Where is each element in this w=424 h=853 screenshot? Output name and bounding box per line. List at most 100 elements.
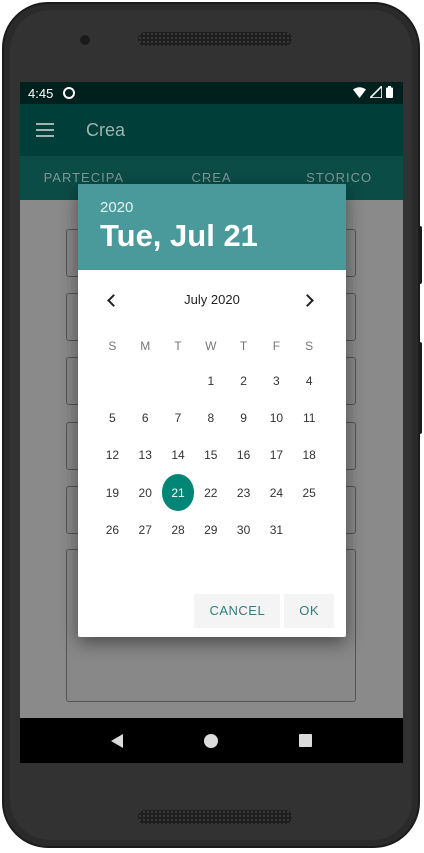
calendar-day[interactable]: 13 [129, 437, 162, 474]
calendar-day-label: 7 [174, 410, 182, 425]
calendar-day-label: 26 [105, 522, 120, 537]
next-month-button[interactable] [298, 289, 322, 313]
selected-date[interactable]: Tue, Jul 21 [100, 218, 258, 254]
calendar-empty-cell [162, 362, 195, 399]
calendar-day-label: 13 [138, 448, 152, 463]
calendar-day[interactable]: 6 [129, 399, 162, 436]
weekday-label: F [272, 339, 281, 353]
sync-icon [63, 87, 76, 99]
weekday-header: S M T W T F S [96, 339, 326, 353]
calendar-day-label: 18 [302, 448, 316, 463]
calendar-day-label: 10 [269, 410, 284, 425]
calendar-day[interactable]: 22 [194, 474, 227, 511]
weekday-label: S [108, 339, 117, 353]
calendar-day[interactable]: 26 [96, 511, 129, 548]
weekday-label: S [305, 339, 314, 353]
calendar-day[interactable]: 30 [227, 511, 260, 548]
weekday-label: M [140, 339, 151, 353]
month-navigation: July 2020 [78, 288, 346, 314]
calendar-day[interactable]: 4 [293, 362, 326, 399]
calendar-day-label: 14 [171, 448, 185, 463]
power-button [418, 226, 422, 284]
calendar-day[interactable]: 14 [162, 437, 195, 474]
calendar-empty-cell [293, 511, 326, 548]
calendar-grid: 1 2 3 4 5 6 7 8 9 10 11 12 13 14 15 16 17 18 19 20 21 22 23 24 2… [96, 362, 326, 548]
calendar-empty-cell [129, 362, 162, 399]
calendar-empty-cell [96, 362, 129, 399]
calendar-day[interactable]: 27 [129, 511, 162, 548]
recent-apps-icon[interactable] [299, 734, 313, 747]
calendar-day[interactable]: 25 [293, 474, 326, 511]
calendar-day-label: 4 [305, 373, 313, 388]
status-bar: 4:45 [20, 82, 403, 104]
date-picker-header: 2020 Tue, Jul 21 [78, 184, 346, 270]
calendar-day-label: 9 [240, 410, 247, 425]
calendar-week-row: 12 13 14 15 16 17 18 [96, 437, 326, 474]
calendar-day[interactable]: 15 [194, 437, 227, 474]
calendar-day-selected[interactable]: 21 [161, 474, 195, 512]
calendar-day[interactable]: 16 [227, 437, 260, 474]
calendar-day[interactable]: 5 [96, 399, 129, 436]
battery-icon [386, 86, 393, 98]
calendar-day[interactable]: 17 [260, 437, 293, 474]
wifi-icon [353, 86, 366, 98]
calendar-day-label: 5 [109, 410, 116, 425]
calendar-day-label: 27 [138, 522, 152, 537]
calendar-week-row: 5 6 7 8 9 10 11 [96, 399, 326, 436]
status-icons [353, 86, 393, 98]
calendar-day[interactable]: 9 [227, 399, 260, 436]
selected-year[interactable]: 2020 [100, 199, 133, 216]
calendar-day-label: 22 [204, 485, 218, 500]
calendar-day-label: 20 [138, 485, 152, 500]
calendar-day-label: 6 [141, 410, 149, 425]
cell-signal-icon [370, 86, 382, 98]
bottom-speaker [138, 810, 292, 824]
date-picker-dialog: 2020 Tue, Jul 21 July 2020 S M T W T F S… [78, 184, 346, 637]
calendar-day-label: 29 [204, 522, 218, 537]
front-camera [80, 35, 90, 45]
calendar-day[interactable]: 10 [260, 399, 293, 436]
calendar-day[interactable]: 24 [260, 474, 293, 511]
calendar-day-label: 25 [302, 485, 316, 500]
calendar-day-label: 1 [207, 373, 215, 388]
calendar-day[interactable]: 2 [227, 362, 260, 399]
calendar-day-label: 3 [273, 373, 280, 388]
calendar-day-label: 11 [302, 410, 316, 425]
calendar-day[interactable]: 31 [260, 511, 293, 548]
status-time: 4:45 [28, 85, 54, 101]
calendar-day[interactable]: 29 [194, 511, 227, 548]
cancel-button[interactable]: CANCEL [194, 594, 281, 628]
calendar-day[interactable]: 20 [129, 474, 162, 511]
weekday-label: T [174, 339, 182, 353]
chevron-right-icon [301, 294, 314, 307]
earpiece-speaker [138, 32, 292, 46]
calendar-day[interactable]: 8 [194, 399, 227, 436]
calendar-day-label: 2 [240, 373, 247, 388]
calendar-day[interactable]: 18 [293, 437, 326, 474]
calendar-day-label: 16 [236, 448, 251, 463]
calendar-day-label: 30 [236, 522, 251, 537]
calendar-day-label: 15 [204, 448, 218, 463]
calendar-day[interactable]: 1 [194, 362, 227, 399]
ok-button[interactable]: OK [284, 594, 334, 628]
calendar-day-label: 28 [171, 522, 185, 537]
calendar-day[interactable]: 12 [96, 437, 129, 474]
back-icon[interactable] [110, 733, 123, 748]
calendar-week-row: 26 27 28 29 30 31 [96, 511, 326, 548]
calendar-day[interactable]: 11 [293, 399, 326, 436]
calendar-day[interactable]: 7 [162, 399, 195, 436]
calendar-day[interactable]: 19 [96, 474, 129, 511]
app-bar: Crea [20, 104, 403, 156]
calendar-day-label: 23 [236, 485, 251, 500]
calendar-week-row: 19 20 21 22 23 24 25 [96, 474, 326, 512]
calendar-day-label: 21 [161, 474, 195, 512]
home-icon[interactable] [203, 733, 218, 748]
system-nav-bar [20, 718, 403, 763]
calendar-day-label: 8 [207, 410, 215, 425]
calendar-day[interactable]: 3 [260, 362, 293, 399]
calendar-day[interactable]: 28 [162, 511, 195, 548]
calendar-day[interactable]: 23 [227, 474, 260, 511]
dialog-actions: CANCEL OK [194, 594, 334, 628]
calendar-day-label: 17 [269, 448, 284, 463]
hamburger-menu-icon[interactable] [36, 123, 54, 137]
